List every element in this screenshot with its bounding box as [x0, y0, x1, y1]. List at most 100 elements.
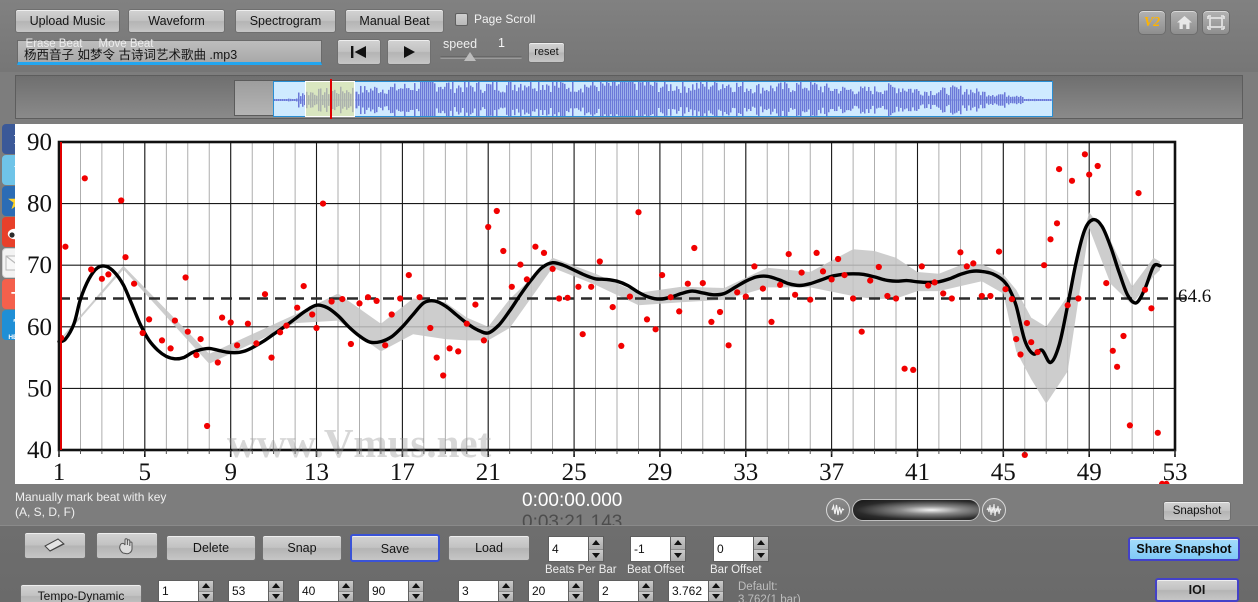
beat-offset-increment[interactable] [671, 537, 685, 550]
volume-control[interactable] [826, 498, 1006, 522]
end-bar-stepper[interactable] [268, 580, 284, 602]
end-bar-decrement[interactable] [269, 592, 283, 602]
start-bar-stepper[interactable] [198, 580, 214, 602]
start-bar-increment[interactable] [199, 581, 213, 592]
snap-button[interactable]: Snap [262, 535, 342, 561]
beat-offset-spinner[interactable]: -1 [630, 536, 686, 562]
start-bar-value[interactable]: 1 [158, 580, 198, 602]
tempo-chart[interactable]: 4050607080901591317212529333741454953 [15, 124, 1243, 484]
share-snapshot-button[interactable]: Share Snapshot [1128, 537, 1240, 561]
grid-step-value[interactable]: 2 [598, 580, 638, 602]
bar-offset-spinner[interactable]: 0 [713, 536, 769, 562]
svg-text:5: 5 [139, 459, 152, 484]
grid-step-stepper[interactable] [638, 580, 654, 602]
y-max-spinner[interactable]: 90 [368, 580, 424, 602]
start-bar-decrement[interactable] [199, 592, 213, 602]
beats-per-bar-stepper[interactable] [588, 536, 604, 562]
delete-button[interactable]: Delete [166, 535, 256, 561]
snapshot-button[interactable]: Snapshot [1163, 501, 1231, 521]
waveform-playhead[interactable] [330, 79, 332, 119]
y-min-increment[interactable] [339, 581, 353, 592]
bar-offset-stepper[interactable] [753, 536, 769, 562]
waveform-burst-icon[interactable] [982, 498, 1006, 522]
bar-duration-decrement[interactable] [709, 592, 723, 602]
page-scroll-checkbox-group[interactable]: Page Scroll [455, 12, 535, 26]
svg-text:49: 49 [1077, 459, 1102, 484]
spectrogram-button[interactable]: Spectrogram [235, 9, 336, 33]
tick-interval-increment[interactable] [569, 581, 583, 592]
waveform-button[interactable]: Waveform [128, 9, 225, 33]
version-v2-badge[interactable]: V2 [1138, 10, 1166, 35]
beat-offset-value[interactable]: -1 [630, 536, 670, 562]
manual-beat-button[interactable]: Manual Beat [345, 9, 444, 33]
svg-text:1: 1 [53, 459, 66, 484]
speed-label: speed [443, 37, 477, 51]
volume-slider-track[interactable] [852, 499, 980, 521]
tick-interval-value[interactable]: 20 [528, 580, 568, 602]
rewind-to-start-button[interactable] [337, 39, 381, 65]
tick-interval-spinner[interactable]: 20 [528, 580, 584, 602]
y-max-value[interactable]: 90 [368, 580, 408, 602]
fullscreen-icon [1207, 15, 1225, 30]
ioi-button[interactable]: IOI [1155, 578, 1239, 602]
waveform-audio-region[interactable] [273, 81, 1053, 117]
y-min-stepper[interactable] [338, 580, 354, 602]
speed-slider-track[interactable] [440, 56, 522, 59]
bar-duration-spinner[interactable]: 3.762 [668, 580, 724, 602]
load-button[interactable]: Load [448, 535, 530, 561]
smoothing-decrement[interactable] [499, 592, 513, 602]
tempo-dynamic-button[interactable]: Tempo-Dynamic [20, 584, 142, 602]
page-scroll-checkbox[interactable] [455, 13, 468, 26]
speed-slider-knob[interactable] [464, 52, 476, 61]
move-beat-button[interactable] [96, 532, 158, 559]
tempo-chart-panel[interactable]: 4050607080901591317212529333741454953 ww… [15, 124, 1243, 484]
svg-text:29: 29 [647, 459, 672, 484]
end-bar-value[interactable]: 53 [228, 580, 268, 602]
waveform-overview-strip[interactable] [15, 75, 1243, 119]
smoothing-value[interactable]: 3 [458, 580, 498, 602]
grid-step-spinner[interactable]: 2 [598, 580, 654, 602]
tick-interval-decrement[interactable] [569, 592, 583, 602]
end-bar-spinner[interactable]: 53 [228, 580, 284, 602]
bar-offset-decrement[interactable] [754, 550, 768, 562]
waveform-circle-icon[interactable] [826, 498, 850, 522]
save-button[interactable]: Save [350, 534, 440, 562]
beats-per-bar-decrement[interactable] [589, 550, 603, 562]
svg-text:17: 17 [390, 459, 415, 484]
start-bar-spinner[interactable]: 1 [158, 580, 214, 602]
y-max-stepper[interactable] [408, 580, 424, 602]
waveform-overview-box[interactable] [234, 80, 1052, 116]
reset-speed-button[interactable]: reset [528, 42, 565, 63]
erase-beat-button[interactable] [24, 532, 86, 559]
smoothing-spinner[interactable]: 3 [458, 580, 514, 602]
hand-move-icon [116, 537, 138, 555]
y-min-decrement[interactable] [339, 592, 353, 602]
bar-offset-caption: Bar Offset [710, 564, 762, 576]
grid-step-decrement[interactable] [639, 592, 653, 602]
tick-interval-stepper[interactable] [568, 580, 584, 602]
y-max-decrement[interactable] [409, 592, 423, 602]
y-min-value[interactable]: 40 [298, 580, 338, 602]
smoothing-stepper[interactable] [498, 580, 514, 602]
bar-duration-stepper[interactable] [708, 580, 724, 602]
beats-per-bar-spinner[interactable]: 4 [548, 536, 604, 562]
bar-duration-increment[interactable] [709, 581, 723, 592]
home-button[interactable] [1170, 10, 1198, 35]
bar-offset-increment[interactable] [754, 537, 768, 550]
y-min-spinner[interactable]: 40 [298, 580, 354, 602]
svg-text:60: 60 [27, 314, 52, 341]
beat-offset-stepper[interactable] [670, 536, 686, 562]
smoothing-increment[interactable] [499, 581, 513, 592]
fullscreen-button[interactable] [1202, 10, 1230, 35]
bar-offset-value[interactable]: 0 [713, 536, 753, 562]
default-bar-duration-note: Default: 3.762(1 bar) [738, 581, 801, 602]
play-button[interactable] [387, 39, 431, 65]
grid-step-increment[interactable] [639, 581, 653, 592]
upload-music-button[interactable]: Upload Music [15, 9, 120, 33]
end-bar-increment[interactable] [269, 581, 283, 592]
y-max-increment[interactable] [409, 581, 423, 592]
beats-per-bar-value[interactable]: 4 [548, 536, 588, 562]
beat-offset-decrement[interactable] [671, 550, 685, 562]
beats-per-bar-increment[interactable] [589, 537, 603, 550]
bar-duration-value[interactable]: 3.762 [668, 580, 708, 602]
